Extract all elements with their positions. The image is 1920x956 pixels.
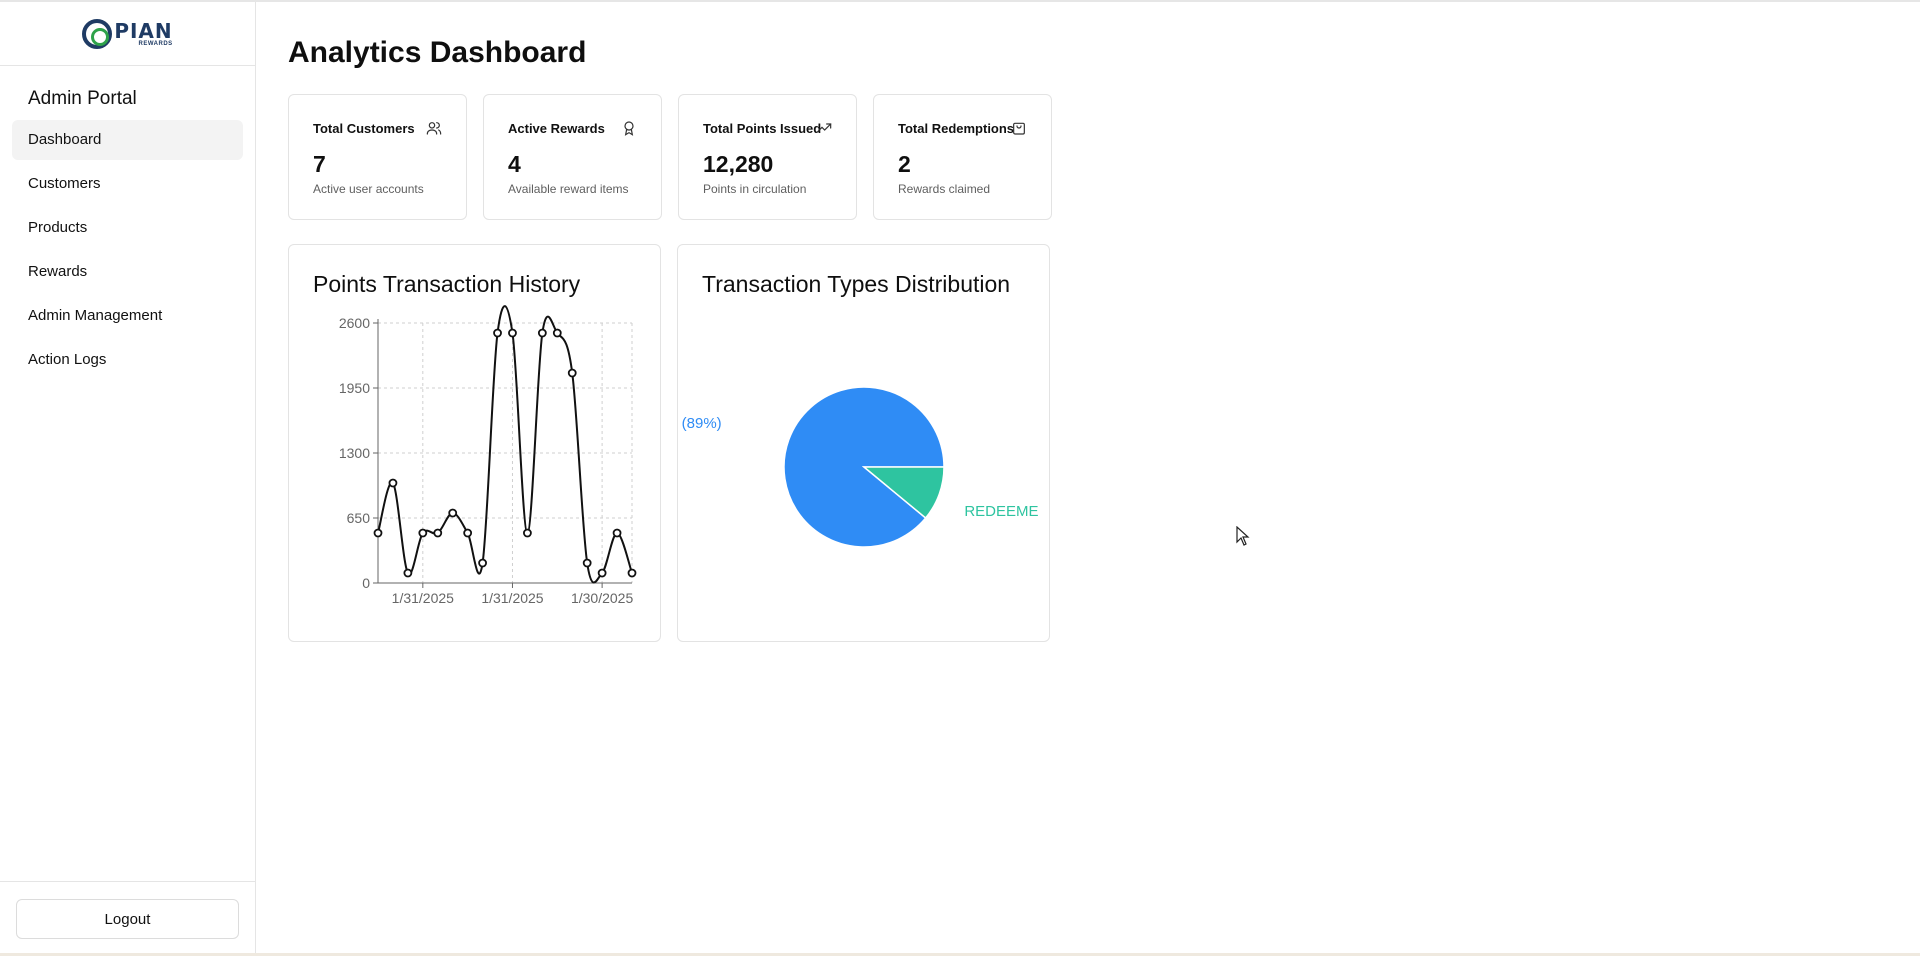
stat-card-total-points-issued: Total Points Issued 12,280 Points in cir… (678, 94, 857, 220)
sidebar-item-action-logs[interactable]: Action Logs (12, 340, 243, 380)
data-point (612, 528, 622, 538)
series-line (377, 305, 633, 584)
y-tick-label: 650 (347, 510, 371, 526)
data-point (463, 528, 473, 538)
stat-label: Active Rewards (508, 121, 605, 136)
data-point (373, 528, 383, 538)
data-point (433, 528, 443, 538)
stat-value: 12,280 (703, 151, 774, 177)
brand-logo[interactable]: PIAN REWARDS (82, 18, 172, 49)
data-point (493, 328, 502, 338)
sidebar-nav: Dashboard Customers Products Rewards Adm… (0, 120, 255, 380)
mouse-cursor-icon (1236, 526, 1250, 546)
stat-label: Total Customers (313, 121, 415, 136)
data-point (582, 558, 592, 568)
stat-card-active-rewards: Active Rewards 4 Available reward items (483, 94, 662, 220)
logo-text: PIAN REWARDS (114, 21, 172, 47)
data-point (567, 368, 577, 378)
sidebar: PIAN REWARDS Admin Portal Dashboard Cust… (0, 2, 256, 953)
stat-value: 2 (898, 151, 911, 177)
y-tick-label: 1300 (339, 445, 370, 461)
sidebar-item-products[interactable]: Products (12, 208, 243, 248)
y-tick-label: 2600 (339, 315, 370, 331)
sidebar-item-customers[interactable]: Customers (12, 164, 243, 204)
award-icon (624, 121, 634, 136)
data-point (597, 568, 607, 578)
logout-area: Logout (0, 881, 255, 953)
stat-card-total-redemptions: Total Redemptions 2 Rewards claimed (873, 94, 1052, 220)
y-tick-label: 1950 (339, 380, 370, 396)
pie-slice-label: ENT (89%) (678, 415, 722, 432)
data-point (508, 328, 517, 338)
window-top-border (0, 0, 1920, 2)
x-tick-label: 1/31/2025 (392, 590, 454, 606)
stat-value: 7 (313, 151, 326, 177)
data-point (418, 528, 428, 538)
data-point (448, 508, 458, 518)
stat-label: Total Points Issued (703, 121, 822, 136)
x-tick-label: 1/30/2025 (571, 590, 633, 606)
data-point (388, 478, 398, 488)
page-title: Analytics Dashboard (288, 36, 587, 69)
transaction-types-card: Transaction Types Distribution ENT (89%)… (677, 244, 1050, 642)
points-history-card: Points Transaction History 0 650 1300 1950 2… (288, 244, 661, 642)
logo-subtitle: REWARDS (138, 40, 173, 47)
sidebar-item-dashboard[interactable]: Dashboard (12, 120, 243, 160)
data-point (537, 328, 547, 338)
stat-description: Active user accounts (313, 182, 424, 196)
sidebar-item-admin-management[interactable]: Admin Management (12, 296, 243, 336)
y-tick-label: 0 (362, 575, 370, 591)
stat-description: Points in circulation (703, 182, 807, 196)
portal-title: Admin Portal (28, 88, 137, 109)
stat-description: Available reward items (508, 182, 629, 196)
trending-up-icon (816, 123, 832, 133)
logout-button[interactable]: Logout (16, 899, 239, 939)
shopping-bag-icon (1013, 122, 1025, 135)
stat-description: Rewards claimed (898, 182, 991, 196)
logo-mark-icon (82, 18, 113, 49)
data-point (552, 328, 562, 338)
data-point (627, 568, 637, 578)
data-point (478, 558, 487, 568)
points-history-chart: 0 650 1300 1950 2600 1/31/2025 1/31/2025 1/30/2… (339, 305, 637, 606)
stat-value: 4 (508, 151, 521, 177)
sidebar-item-rewards[interactable]: Rewards (12, 252, 243, 292)
stat-label: Total Redemptions (898, 121, 1015, 136)
logo-word: PIAN (114, 18, 173, 43)
transaction-types-chart: ENT (89%) REDEEME (678, 386, 1039, 548)
data-point (523, 528, 532, 538)
users-icon (426, 122, 442, 135)
data-point (403, 568, 413, 578)
x-tick-label: 1/31/2025 (481, 590, 543, 606)
stat-card-total-customers: Total Customers 7 Active user accounts (288, 94, 467, 220)
logo-area: PIAN REWARDS (0, 2, 255, 66)
pie-slice-label: REDEEME (964, 503, 1038, 520)
